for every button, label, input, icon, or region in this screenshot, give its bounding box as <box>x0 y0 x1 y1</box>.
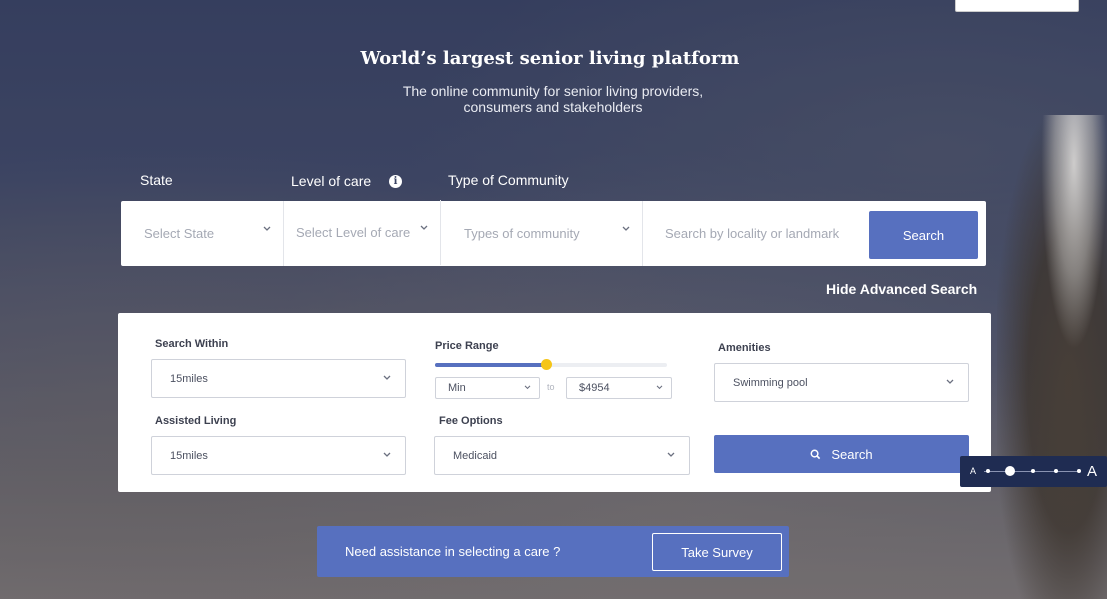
advanced-search-button[interactable]: Search <box>714 435 969 473</box>
font-size-step[interactable] <box>1054 469 1058 473</box>
amenities-label: Amenities <box>718 342 771 354</box>
price-range-label: Price Range <box>435 340 499 352</box>
hero-subtitle-line2: consumers and stakeholders <box>463 99 643 115</box>
search-within-label: Search Within <box>155 338 229 350</box>
assisted-living-value: 15miles <box>170 449 208 462</box>
community-type-select[interactable]: Types of community <box>441 201 643 266</box>
top-right-dropdown[interactable] <box>955 0 1079 12</box>
type-of-community-label: Type of Community <box>448 172 569 188</box>
search-icon <box>810 449 821 460</box>
hide-advanced-search-link[interactable]: Hide Advanced Search <box>826 281 977 297</box>
price-range-fill <box>435 363 546 367</box>
price-max-select[interactable]: $4954 <box>566 377 672 399</box>
font-size-handle[interactable] <box>1005 466 1015 476</box>
search-bar: Select State Select Level of care Types … <box>121 200 986 266</box>
price-min-value: Min <box>448 382 466 394</box>
hero-subtitle: The online community for senior living p… <box>0 83 1106 115</box>
price-min-select[interactable]: Min <box>435 377 540 399</box>
fee-options-select[interactable]: Medicaid <box>434 436 690 475</box>
state-select-placeholder: Select State <box>144 226 215 241</box>
info-icon[interactable]: i <box>389 175 402 188</box>
amenities-value: Swimming pool <box>733 376 808 389</box>
font-size-step[interactable] <box>986 469 990 473</box>
price-max-value: $4954 <box>579 382 610 394</box>
chevron-down-icon <box>946 379 954 385</box>
advanced-search-panel: Search Within 15miles Price Range Min to… <box>118 313 991 492</box>
font-size-large-label: A <box>1087 463 1098 480</box>
chevron-down-icon <box>263 226 271 232</box>
take-survey-button[interactable]: Take Survey <box>652 533 782 571</box>
font-size-step[interactable] <box>1077 469 1081 473</box>
chevron-down-icon <box>383 452 391 458</box>
level-of-care-select[interactable]: Select Level of care <box>284 200 441 265</box>
font-size-control: A A <box>960 456 1107 487</box>
chevron-down-icon <box>383 375 391 381</box>
level-of-care-label: Level of care <box>291 173 372 189</box>
font-size-small-label: A <box>970 466 977 476</box>
fee-options-value: Medicaid <box>453 449 498 462</box>
price-range-to-label: to <box>547 382 555 392</box>
chevron-down-icon <box>524 385 531 390</box>
assisted-living-select[interactable]: 15miles <box>151 436 406 475</box>
hero-title: World’s largest senior living platform <box>360 48 740 69</box>
advanced-search-button-label: Search <box>831 446 873 462</box>
level-of-care-placeholder: Select Level of care <box>296 225 411 240</box>
state-label: State <box>140 172 173 188</box>
community-type-placeholder: Types of community <box>464 226 580 241</box>
hero-subtitle-line1: The online community for senior living p… <box>402 83 704 99</box>
amenities-select[interactable]: Swimming pool <box>714 363 969 402</box>
chevron-down-icon <box>420 225 428 231</box>
chevron-down-icon <box>656 385 663 390</box>
chevron-down-icon <box>667 452 675 458</box>
search-within-value: 15miles <box>170 372 208 385</box>
survey-text: Need assistance in selecting a care ? <box>345 544 561 559</box>
search-within-select[interactable]: 15miles <box>151 359 406 398</box>
chevron-down-icon <box>622 226 630 232</box>
state-select[interactable]: Select State <box>121 201 284 266</box>
fee-options-label: Fee Options <box>439 415 503 427</box>
survey-banner: Need assistance in selecting a care ? Ta… <box>317 526 789 577</box>
assisted-living-label: Assisted Living <box>155 415 237 427</box>
locality-search-input[interactable]: Search by locality or landmark <box>643 226 869 241</box>
search-button[interactable]: Search <box>869 211 978 259</box>
hero-photo-person <box>997 115 1107 599</box>
font-size-step[interactable] <box>1031 469 1035 473</box>
price-range-handle[interactable] <box>541 359 552 370</box>
